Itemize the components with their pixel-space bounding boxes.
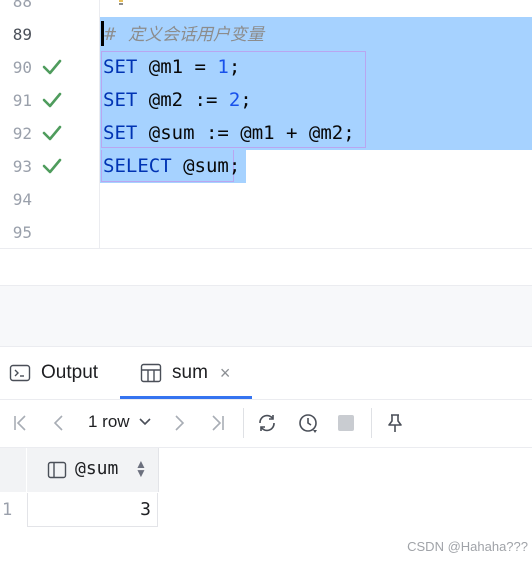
line-number: 91 (12, 91, 32, 110)
console-icon (9, 364, 31, 382)
services-tab-bar: Output sum × (0, 347, 532, 399)
close-icon[interactable]: × (220, 363, 231, 384)
line-number: 89 (12, 25, 32, 44)
line-number: 95 (12, 223, 32, 242)
panel-spacer (0, 286, 532, 346)
chevron-down-icon (139, 418, 151, 426)
pin-icon[interactable] (382, 410, 408, 436)
column-label: @sum (75, 458, 119, 479)
code-line: SET @m2 := 2; (103, 89, 252, 111)
executed-check-icon[interactable] (40, 121, 64, 145)
line-number: 94 (12, 190, 32, 209)
table-cell[interactable]: 3 (27, 493, 158, 527)
watermark: CSDN @Hahaha??? (407, 539, 528, 554)
tab-output-label: Output (41, 362, 99, 383)
code-line: SELECT @sum; (103, 155, 241, 177)
code-line: SET @m1 = 1; (103, 56, 241, 78)
line-number: 88 (12, 0, 32, 11)
column-header-sum[interactable]: @sum ▲ ▼ (27, 448, 159, 492)
executed-check-icon[interactable] (40, 55, 64, 79)
executed-check-icon[interactable] (40, 88, 64, 112)
stop-icon[interactable] (333, 410, 359, 436)
row-count-label: 1 row (88, 412, 130, 431)
row-number-header (0, 448, 26, 492)
line-gutter: 88 89 90 91 92 93 94 95 (0, 0, 100, 248)
code-line: SET @sum := @m1 + @m2; (103, 122, 355, 144)
sort-icon[interactable]: ▲ ▼ (135, 458, 147, 479)
column-icon (47, 461, 67, 479)
last-page-icon[interactable] (204, 410, 230, 436)
toolbar-separator (371, 408, 372, 438)
table-icon (140, 363, 162, 383)
line-number: 92 (12, 124, 32, 143)
history-icon[interactable] (295, 410, 321, 436)
code-comment: # 定义会话用户变量 (103, 25, 265, 45)
tab-sum-label: sum (172, 362, 208, 383)
first-page-icon[interactable] (8, 410, 34, 436)
line-number: 93 (12, 157, 32, 176)
refresh-icon[interactable] (254, 410, 280, 436)
row-number: 1 (2, 500, 13, 520)
next-page-icon[interactable] (166, 410, 192, 436)
cell-value: 3 (140, 499, 151, 520)
executed-check-icon[interactable] (40, 154, 64, 178)
tab-output[interactable]: Output (9, 347, 98, 399)
tab-sum[interactable]: sum × (140, 347, 230, 399)
lightbulb-icon[interactable] (116, 0, 126, 5)
row-count-dropdown[interactable]: 1 row (88, 412, 152, 432)
result-toolbar: 1 row (0, 399, 532, 448)
toolbar-separator (243, 408, 244, 438)
line-number: 90 (12, 58, 32, 77)
previous-page-icon[interactable] (46, 410, 72, 436)
code-editor[interactable]: 88 89 90 91 92 93 94 95 # 定义会话用户变量 SET @… (0, 0, 532, 248)
divider (0, 248, 532, 249)
